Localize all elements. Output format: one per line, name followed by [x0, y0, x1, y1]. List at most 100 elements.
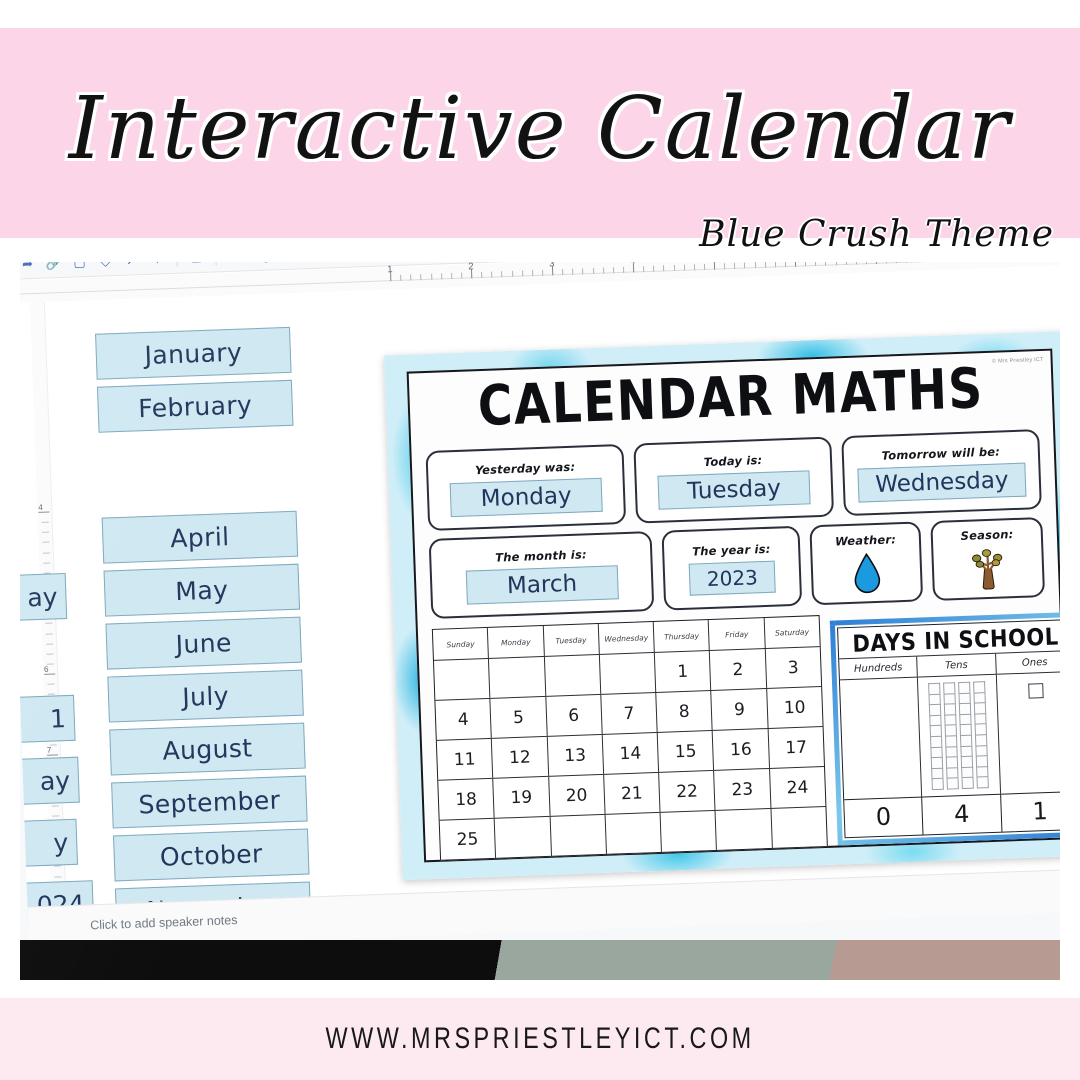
calendar-day-cell[interactable]: [494, 816, 552, 858]
calendar-day-cell[interactable]: 11: [436, 738, 494, 780]
tens-value[interactable]: 4: [922, 794, 1003, 835]
calendar-day-cell[interactable]: [660, 810, 718, 852]
ruler-tick: [653, 265, 655, 272]
tomorrow-box[interactable]: Tomorrow will be: Wednesday: [841, 429, 1042, 517]
calendar-day-cell[interactable]: 10: [767, 687, 823, 728]
ten-rod-icon[interactable]: [973, 681, 990, 789]
month-card-june[interactable]: June: [105, 616, 302, 670]
calendar-day-cell[interactable]: 18: [438, 778, 495, 820]
slide-content: © Mrs Priestley ICT CALENDAR MATHS Yeste…: [406, 348, 1060, 863]
calendar-day-cell[interactable]: 14: [602, 732, 660, 774]
calendar-day-cell[interactable]: 1: [654, 650, 712, 692]
ruler-tick-major: [794, 262, 797, 267]
month-card-september[interactable]: September: [111, 775, 308, 829]
calendar-day-cell[interactable]: 2: [710, 649, 767, 690]
calendar-day-cell[interactable]: 5: [490, 696, 548, 738]
slide-canvas[interactable]: © Mrs Priestley ICT CALENDAR MATHS Yeste…: [384, 330, 1060, 881]
season-box[interactable]: Season:: [930, 517, 1046, 601]
ruler-tick: [622, 266, 625, 273]
image-icon[interactable]: ▢: [66, 262, 93, 273]
ones-cell[interactable]: [996, 672, 1060, 794]
autumn-tree-icon[interactable]: [967, 546, 1009, 591]
year-box[interactable]: The year is: 2023: [661, 525, 803, 611]
calendar-day-cell[interactable]: 24: [770, 767, 826, 808]
ten-rod-icon[interactable]: [943, 682, 960, 790]
month-card-may[interactable]: May: [103, 563, 301, 617]
ruler-tick: [531, 270, 534, 277]
month-card-august[interactable]: August: [109, 722, 306, 776]
today-box[interactable]: Today is: Tuesday: [633, 436, 835, 524]
calendar-day-cell[interactable]: 19: [493, 776, 551, 818]
calendar-day-header: Saturday: [774, 626, 810, 638]
vruler-tick: [46, 653, 54, 655]
menu-background[interactable]: Background: [222, 262, 315, 264]
cursor-icon[interactable]: ➦: [20, 262, 41, 275]
clipped-card[interactable]: ay: [20, 573, 68, 623]
vruler-tick: [41, 521, 49, 523]
today-value[interactable]: Tuesday: [657, 469, 811, 510]
calendar-day-cell[interactable]: 8: [656, 690, 714, 732]
calendar-day-cell[interactable]: 4: [435, 698, 493, 740]
calendar-day-cell[interactable]: 20: [548, 774, 606, 816]
today-label: Today is:: [703, 452, 763, 469]
unit-cube-icon[interactable]: [1027, 683, 1044, 699]
days-in-school-panel[interactable]: DAYS IN SCHOOL Hundreds Tens Ones 0 4 1: [829, 611, 1060, 846]
calendar-day-cell[interactable]: 21: [604, 772, 661, 814]
calendar-day-cell[interactable]: 13: [547, 734, 604, 776]
calendar-day-cell[interactable]: [605, 812, 663, 854]
ten-rod-icon[interactable]: [958, 681, 975, 790]
calendar-day-cell[interactable]: [489, 656, 546, 698]
yesterday-value[interactable]: Monday: [449, 477, 603, 517]
chevron-down-icon[interactable]: ▾: [144, 262, 171, 270]
month-card-october[interactable]: October: [113, 828, 310, 882]
calendar-grid[interactable]: Sunday Monday Tuesday Wednesday Thursday Frid…: [431, 615, 828, 861]
month-card-january[interactable]: January: [95, 326, 292, 380]
month-card-july[interactable]: July: [107, 669, 304, 723]
clipped-card[interactable]: ay: [20, 756, 80, 806]
calendar-day-cell[interactable]: [550, 814, 607, 856]
calendar-day-cell[interactable]: 7: [601, 692, 658, 734]
calendar-day-cell[interactable]: 3: [765, 647, 821, 688]
line-icon[interactable]: ↗: [118, 262, 145, 271]
ruler-tick: [683, 264, 685, 271]
calendar-day-cell[interactable]: 15: [657, 730, 715, 772]
calendar-day-cell[interactable]: [599, 652, 657, 694]
calendar-day-cell[interactable]: 17: [768, 727, 824, 768]
vruler-tick: [45, 622, 53, 625]
clipped-card[interactable]: y: [20, 818, 79, 868]
calendar-day-cell[interactable]: 25: [439, 818, 497, 860]
tens-cell[interactable]: [918, 674, 1001, 797]
hundreds-value[interactable]: 0: [844, 797, 924, 838]
yesterday-label: Yesterday was:: [474, 459, 576, 477]
calendar-day-cell[interactable]: 9: [711, 688, 769, 730]
ten-rod-icon[interactable]: [928, 682, 945, 791]
clipped-card[interactable]: 1: [20, 694, 76, 744]
calendar-day-cell[interactable]: 6: [545, 694, 603, 736]
ones-value[interactable]: 1: [1001, 792, 1060, 832]
ruler-tick: [562, 269, 564, 276]
calendar-day-header: Friday: [709, 618, 766, 650]
calendar-day-cell[interactable]: 22: [659, 770, 716, 812]
tomorrow-value[interactable]: Wednesday: [857, 462, 1027, 503]
calendar-day-cell[interactable]: [544, 654, 602, 696]
shape-icon[interactable]: ◇: [92, 262, 119, 272]
month-value[interactable]: March: [465, 564, 619, 605]
calendar-day-cell[interactable]: 23: [714, 768, 772, 810]
hundreds-cell[interactable]: [839, 677, 923, 800]
calendar-day-cell[interactable]: [433, 658, 491, 700]
textbox-icon[interactable]: ⊞: [183, 262, 210, 269]
calendar-day-cell[interactable]: [771, 807, 827, 848]
ruler-number: 1: [387, 264, 393, 276]
link-icon[interactable]: 🔗: [40, 262, 67, 274]
weather-box[interactable]: Weather:: [809, 521, 924, 606]
calendar-day-cell[interactable]: 12: [492, 736, 549, 778]
year-value[interactable]: 2023: [688, 560, 776, 596]
yesterday-box[interactable]: Yesterday was: Monday: [425, 443, 627, 532]
water-drop-icon[interactable]: [851, 551, 882, 594]
calendar-day-cell[interactable]: [715, 808, 773, 850]
calendar-day-cell[interactable]: 16: [713, 728, 770, 770]
month-box[interactable]: The month is: March: [428, 531, 655, 619]
vruler-tick: [51, 805, 59, 807]
month-card-february[interactable]: February: [96, 379, 294, 433]
month-card-april[interactable]: April: [101, 510, 299, 564]
